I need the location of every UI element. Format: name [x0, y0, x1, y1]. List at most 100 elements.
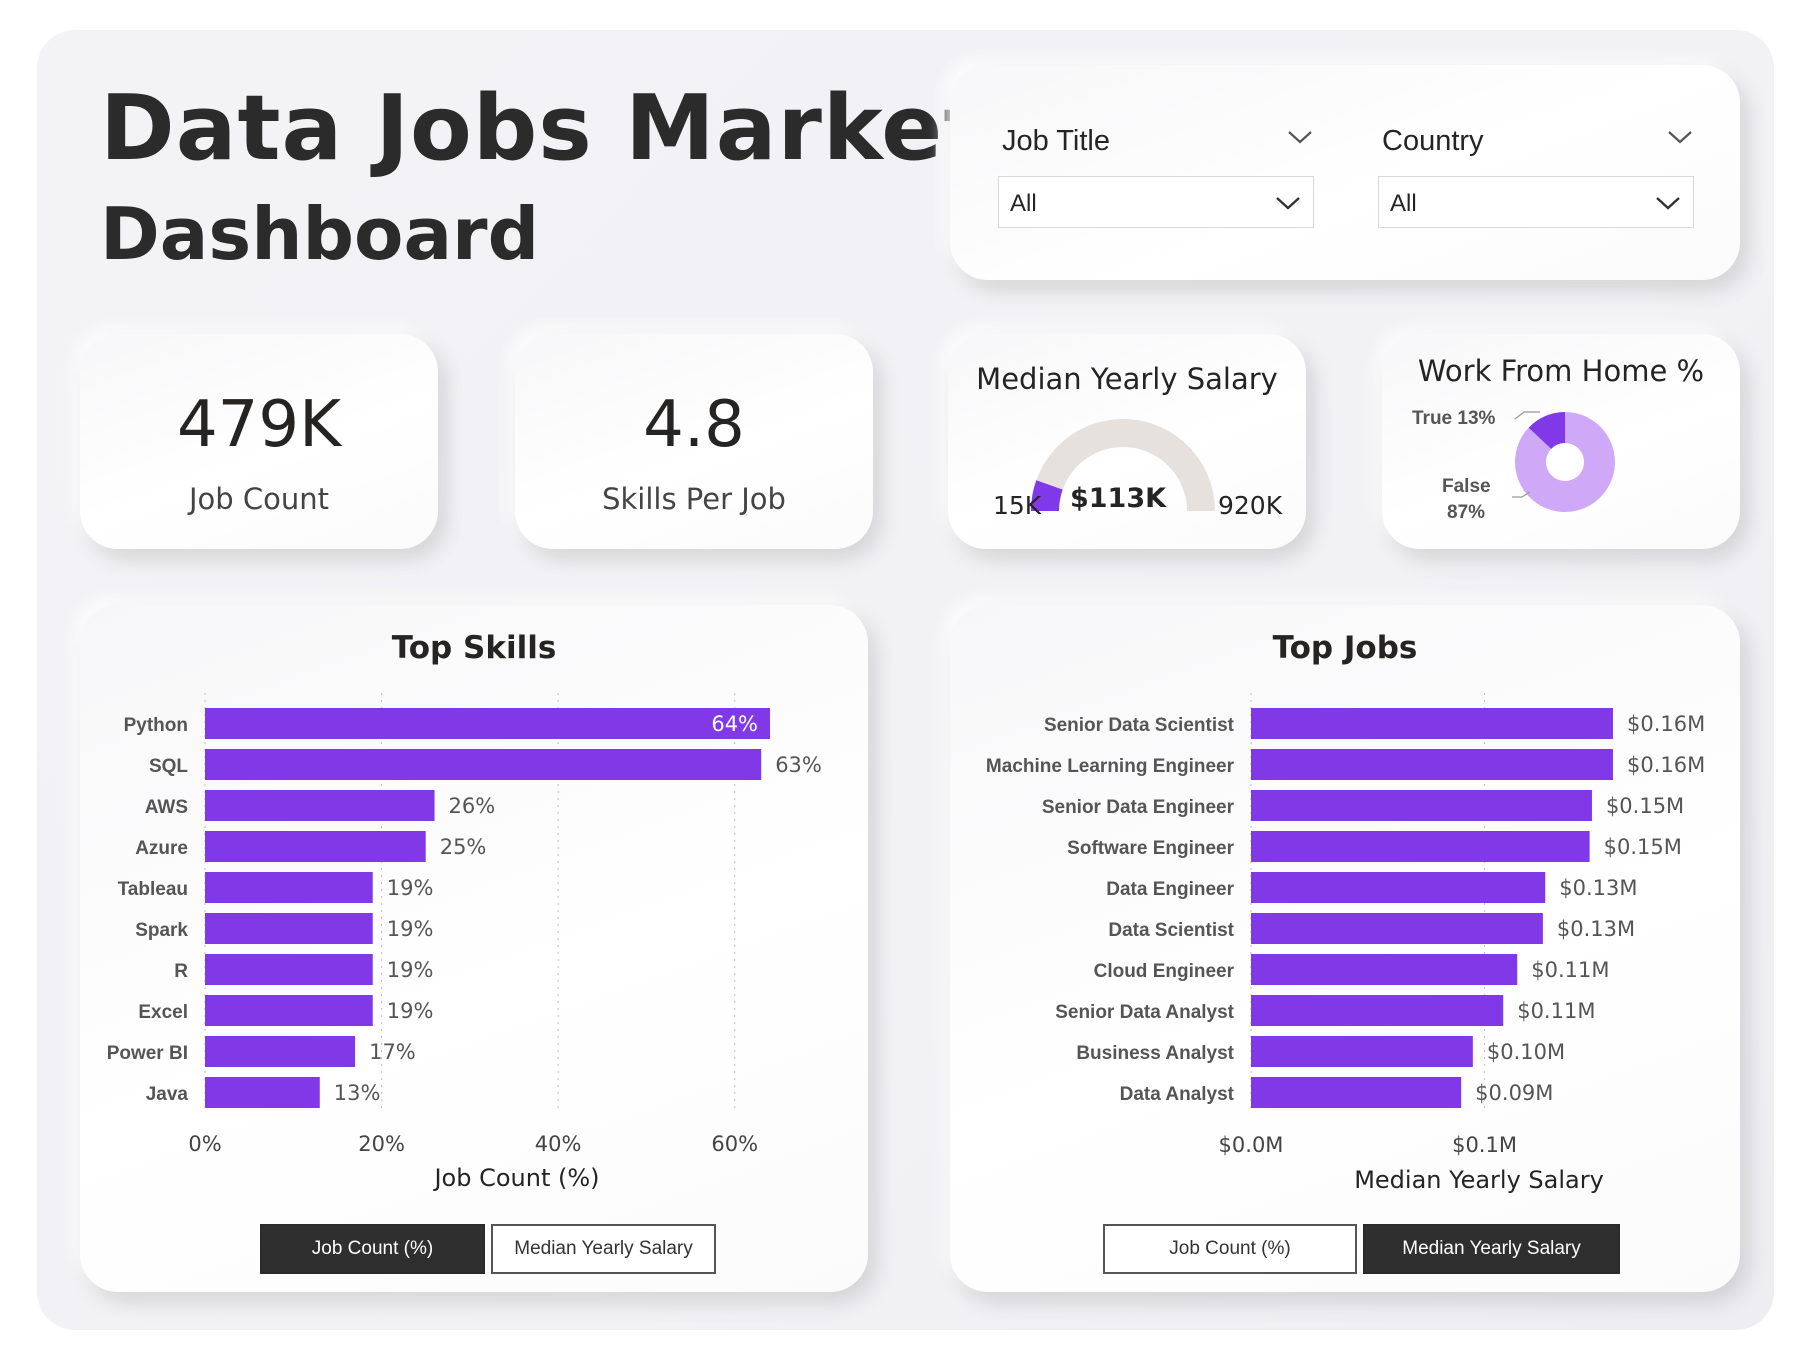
data-label: 19%	[387, 876, 434, 900]
data-label: 64%	[711, 712, 758, 736]
bar	[1251, 872, 1546, 903]
chevron-down-icon[interactable]	[1286, 127, 1314, 147]
wfh-donut-chart: True 13% False 87%	[1412, 408, 1615, 523]
category-label: Azure	[135, 838, 188, 859]
bar	[1251, 1077, 1462, 1108]
chevron-down-icon	[1276, 197, 1300, 210]
top-jobs-chart: $0.0M $0.1M Median Yearly Salary Senior Dat…	[986, 693, 1705, 1194]
bar	[1251, 708, 1613, 739]
bar	[1251, 954, 1518, 985]
data-label: $0.15M	[1604, 835, 1682, 859]
job-count-value: 479K	[176, 388, 342, 462]
data-label: 19%	[387, 917, 434, 941]
category-label: Spark	[135, 920, 188, 941]
data-label: 26%	[449, 794, 496, 818]
gauge-fill	[1031, 480, 1063, 512]
category-label: Tableau	[118, 879, 188, 900]
bar	[205, 913, 373, 944]
salary-gauge: 15K 920K $113K	[993, 419, 1283, 520]
gauge-min-label: 15K	[993, 491, 1042, 520]
x-tick-label: $0.0M	[1219, 1133, 1284, 1157]
wfh-false-pct: 87%	[1447, 502, 1485, 523]
data-label: $0.09M	[1475, 1081, 1553, 1105]
job-title-selected-value: All	[1010, 190, 1037, 217]
bar	[205, 995, 373, 1026]
data-label: $0.16M	[1627, 753, 1705, 777]
bar	[205, 708, 771, 739]
bar	[1251, 790, 1592, 821]
category-label: Business Analyst	[1076, 1043, 1234, 1064]
job-count-card: 479K Job Count	[80, 334, 438, 549]
data-label: $0.11M	[1517, 999, 1595, 1023]
bar	[205, 831, 426, 862]
data-label: 19%	[387, 999, 434, 1023]
bar	[205, 872, 373, 903]
bar	[1251, 1036, 1473, 1067]
category-label: Senior Data Scientist	[1044, 715, 1235, 736]
jobs-median-salary-toggle[interactable]: Median Yearly Salary	[1363, 1224, 1620, 1274]
bar	[205, 790, 435, 821]
data-label: $0.15M	[1606, 794, 1684, 818]
median-salary-gauge-card: Median Yearly Salary 15K 920K $113K	[948, 334, 1306, 549]
skills-per-job-card: 4.8 Skills Per Job	[515, 334, 873, 549]
top-skills-chart: 0% 20% 40% 60% Job Count (%) Python 64% SQL 63% A…	[107, 693, 822, 1192]
wfh-donut	[1515, 412, 1615, 512]
page-subtitle: Dashboard	[100, 192, 540, 276]
wfh-true-leader	[1514, 411, 1540, 420]
bar	[1251, 913, 1543, 944]
data-label: 25%	[440, 835, 487, 859]
work-from-home-card: Work From Home % True 13% False 87%	[1382, 334, 1740, 549]
country-selected-value: All	[1390, 190, 1417, 217]
bar	[205, 749, 762, 780]
category-label: Power BI	[107, 1043, 188, 1064]
category-label: AWS	[145, 797, 188, 818]
gauge-value-label: $113K	[1070, 483, 1167, 514]
category-label: SQL	[149, 756, 188, 777]
job-count-label: Job Count	[188, 482, 330, 516]
x-tick-label: 40%	[535, 1132, 582, 1156]
category-label: Java	[146, 1084, 189, 1105]
jobs-job-count-toggle[interactable]: Job Count (%)	[1103, 1224, 1357, 1274]
x-tick-label: 0%	[188, 1132, 221, 1156]
top-jobs-card: Top Jobs $0.0M $0.1M Median Yearly Salary S…	[950, 605, 1740, 1292]
bar	[1251, 831, 1590, 862]
data-label: 63%	[775, 753, 822, 777]
category-label: Senior Data Analyst	[1055, 1002, 1234, 1023]
chevron-down-icon[interactable]	[1666, 127, 1694, 147]
page-title: Data Jobs Market	[100, 76, 988, 181]
data-label: $0.13M	[1559, 876, 1637, 900]
data-label: 17%	[369, 1040, 416, 1064]
bar	[1251, 995, 1504, 1026]
x-tick-label: 20%	[358, 1132, 405, 1156]
x-tick-label: $0.1M	[1452, 1133, 1517, 1157]
country-slicer-label: Country	[1382, 125, 1484, 157]
category-label: Excel	[138, 1002, 188, 1023]
x-tick-label: 60%	[711, 1132, 758, 1156]
filter-panel: Job Title All Country All	[950, 65, 1740, 280]
category-label: Data Analyst	[1120, 1084, 1235, 1105]
chevron-down-icon	[1656, 197, 1680, 210]
job-title-dropdown[interactable]: All	[998, 176, 1314, 228]
top-skills-card: Top Skills 0% 20% 40% 60% Job Count (%) Pytho…	[80, 605, 868, 1292]
data-label: $0.10M	[1487, 1040, 1565, 1064]
bar	[205, 1036, 356, 1067]
job-title-slicer-label: Job Title	[1002, 125, 1110, 157]
data-label: $0.16M	[1627, 712, 1705, 736]
wfh-true-label: True 13%	[1412, 408, 1496, 429]
skills-per-job-value: 4.8	[643, 388, 745, 462]
category-label: Machine Learning Engineer	[986, 756, 1235, 777]
skills-median-salary-toggle[interactable]: Median Yearly Salary	[491, 1224, 716, 1274]
data-label: $0.11M	[1531, 958, 1609, 982]
category-label: Senior Data Engineer	[1042, 797, 1235, 818]
skills-per-job-label: Skills Per Job	[602, 482, 786, 516]
skills-job-count-toggle[interactable]: Job Count (%)	[260, 1224, 485, 1274]
category-label: Software Engineer	[1067, 838, 1234, 859]
data-label: $0.13M	[1557, 917, 1635, 941]
country-dropdown[interactable]: All	[1378, 176, 1694, 228]
category-label: Data Engineer	[1106, 879, 1234, 900]
bar	[1251, 749, 1613, 780]
gauge-max-label: 920K	[1218, 491, 1283, 520]
x-axis-title: Job Count (%)	[432, 1164, 599, 1192]
category-label: Data Scientist	[1108, 920, 1234, 941]
category-label: R	[174, 961, 188, 982]
